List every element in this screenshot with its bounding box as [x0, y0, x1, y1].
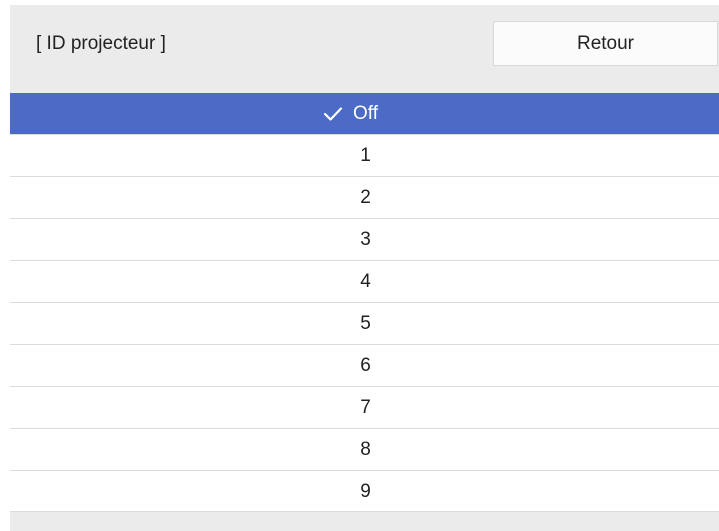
option-5[interactable]: 5: [10, 302, 719, 344]
option-8[interactable]: 8: [10, 428, 719, 470]
header-bar: [ ID projecteur ] Retour: [10, 5, 719, 93]
option-3[interactable]: 3: [10, 218, 719, 260]
option-content: 2: [360, 187, 371, 209]
check-icon: [323, 106, 343, 121]
option-content: 1: [360, 145, 371, 167]
option-2[interactable]: 2: [10, 176, 719, 218]
option-7[interactable]: 7: [10, 386, 719, 428]
back-button[interactable]: Retour: [493, 21, 718, 66]
option-label: 3: [360, 228, 371, 250]
option-9[interactable]: 9: [10, 470, 719, 512]
option-content: 4: [360, 271, 371, 293]
option-label: 1: [360, 144, 371, 166]
option-label: 2: [360, 186, 371, 208]
option-6[interactable]: 6: [10, 344, 719, 386]
option-off[interactable]: Off: [10, 93, 719, 134]
option-1[interactable]: 1: [10, 134, 719, 176]
option-label: 7: [360, 396, 371, 418]
option-content: Off: [323, 102, 378, 125]
option-content: 5: [360, 313, 371, 335]
list-footer: [10, 511, 719, 531]
option-content: 9: [360, 481, 371, 503]
option-label: Off: [353, 102, 378, 124]
option-content: 6: [360, 355, 371, 377]
option-label: 6: [360, 354, 371, 376]
option-content: 8: [360, 439, 371, 461]
option-4[interactable]: 4: [10, 260, 719, 302]
option-label: 9: [360, 480, 371, 502]
option-content: 3: [360, 229, 371, 251]
option-content: 7: [360, 397, 371, 419]
option-label: 4: [360, 270, 371, 292]
projector-id-option-list: Off 1 2 3 4 5 6 7 8 9: [10, 93, 719, 512]
option-label: 5: [360, 312, 371, 334]
projector-id-screen: [ ID projecteur ] Retour Off 1 2 3 4 5 6 7 8 9: [0, 0, 719, 531]
option-label: 8: [360, 438, 371, 460]
page-title: [ ID projecteur ]: [36, 33, 166, 54]
